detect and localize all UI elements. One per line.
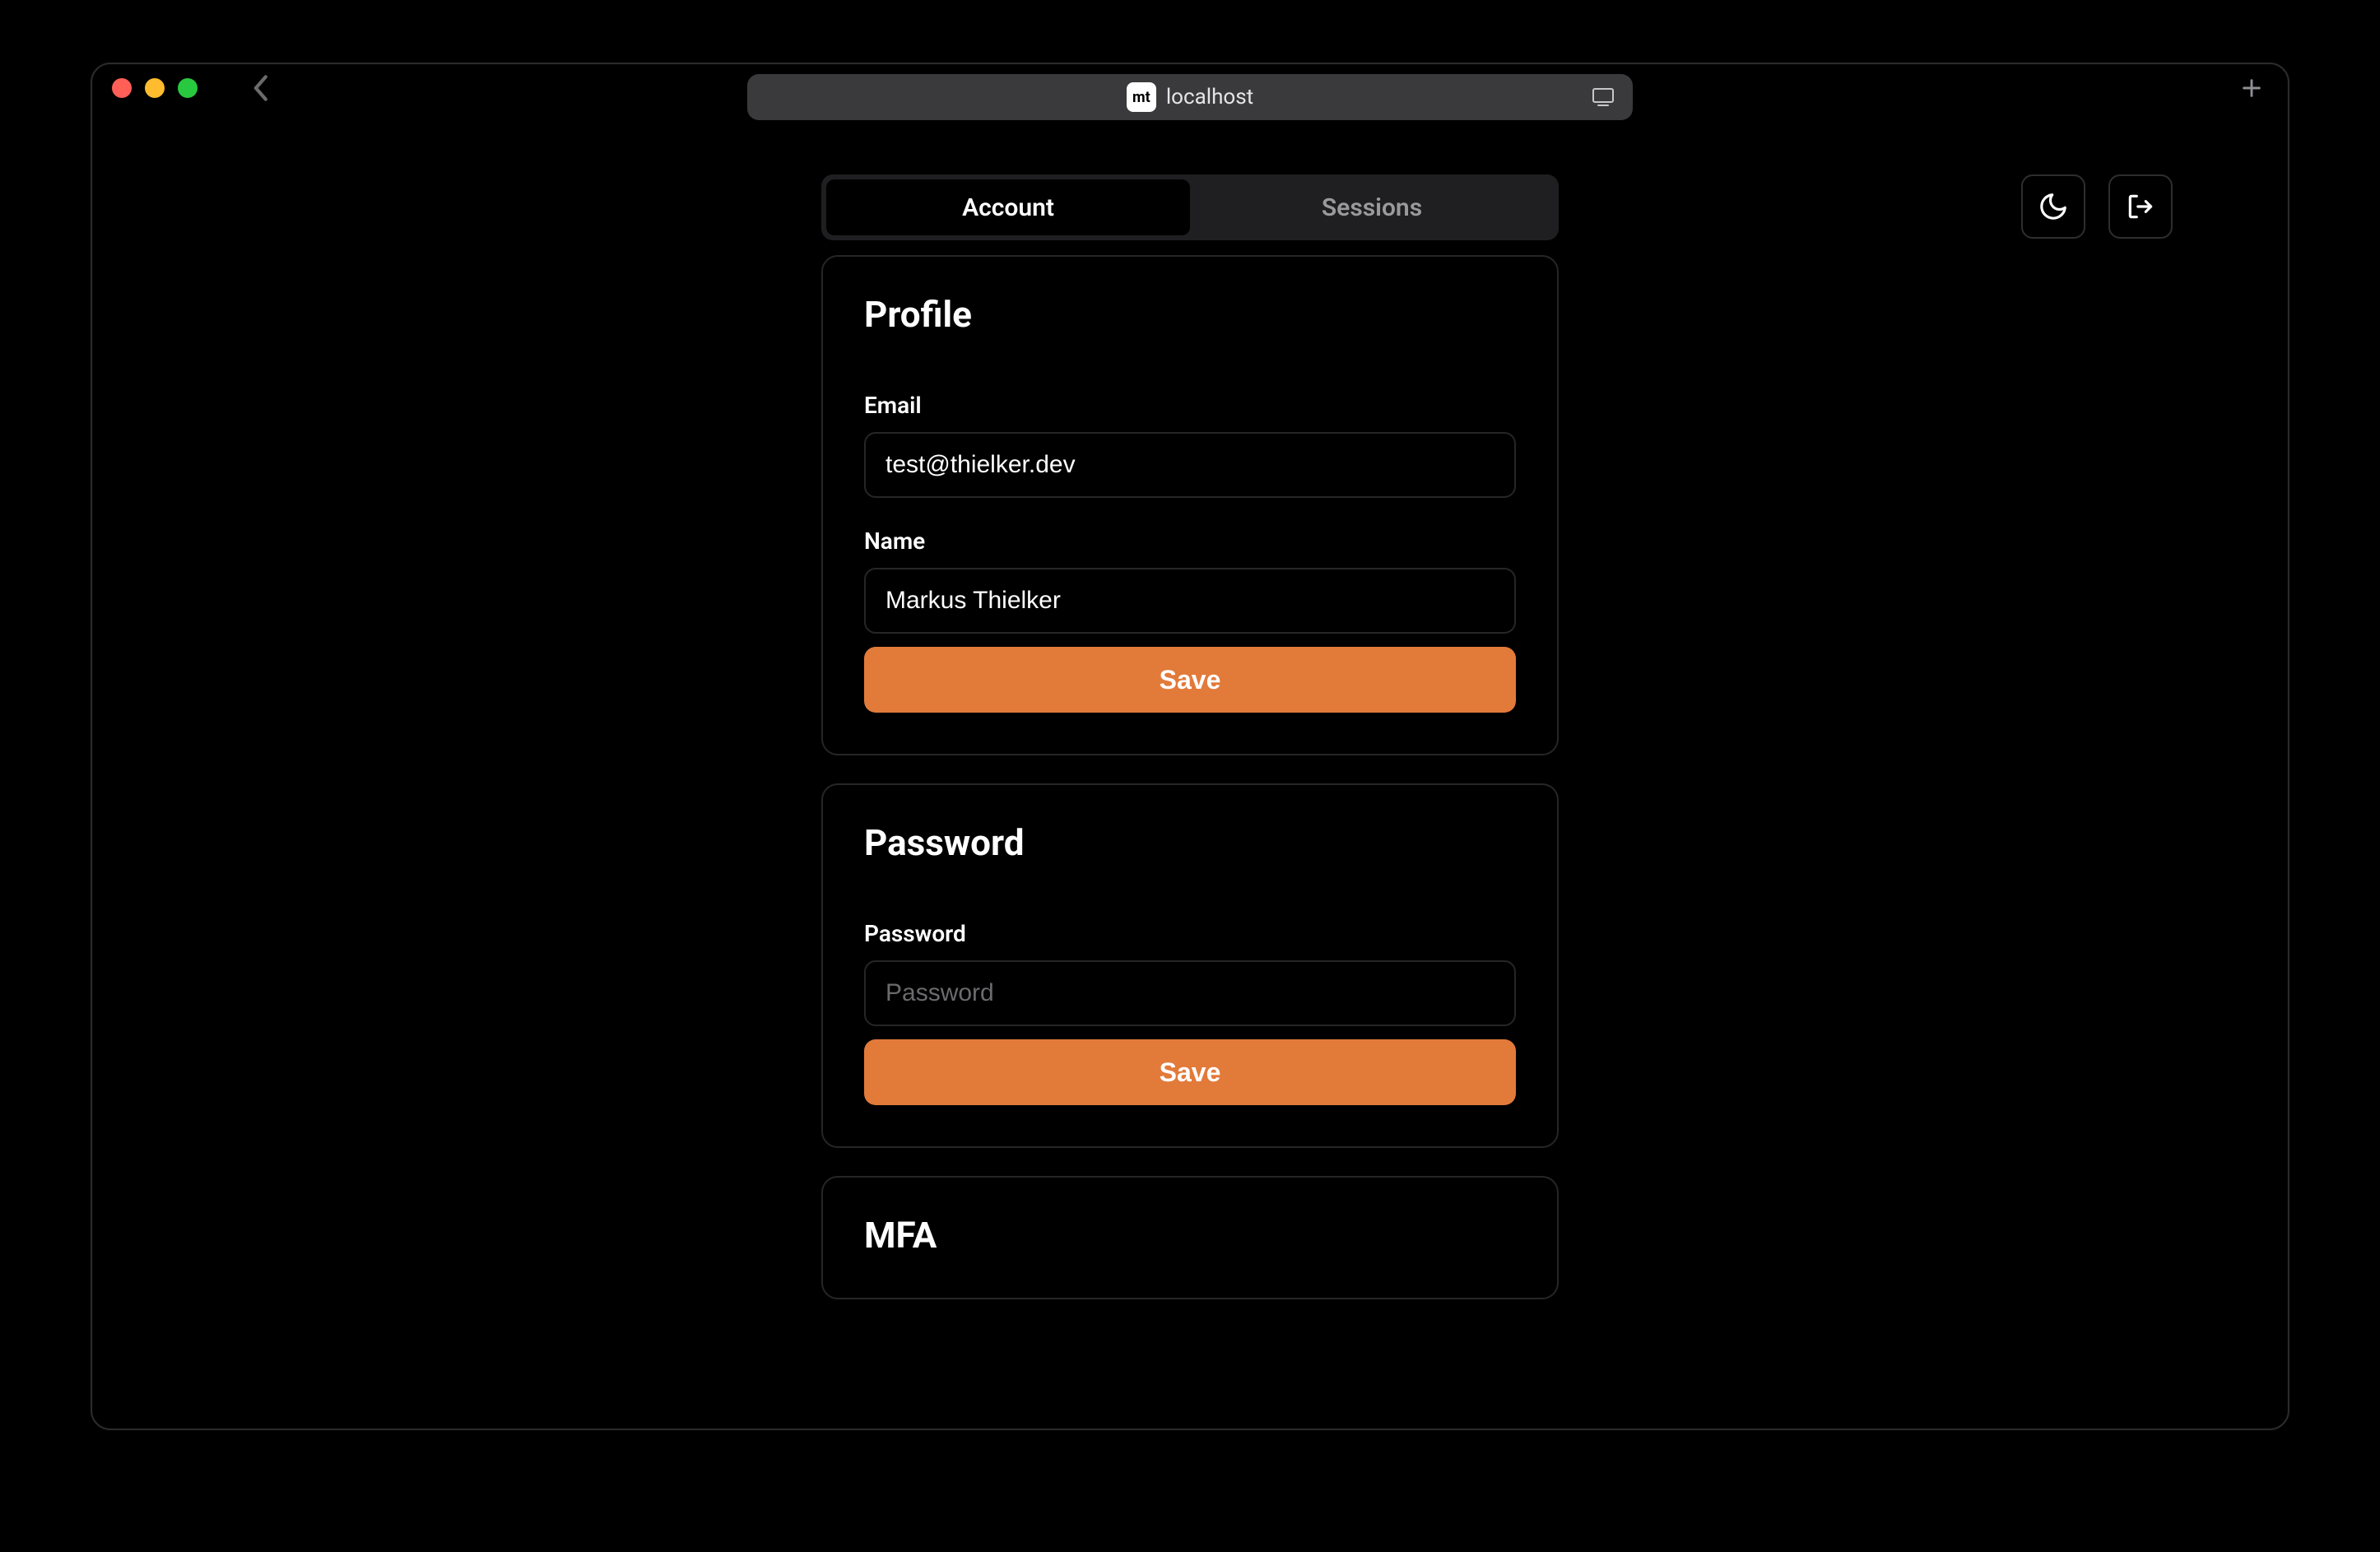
- password-heading: Password: [864, 821, 1516, 864]
- chevron-left-icon: [251, 74, 269, 102]
- logout-icon: [2125, 191, 2156, 222]
- email-label: Email: [864, 392, 1516, 419]
- window-zoom-button[interactable]: [178, 78, 198, 98]
- mfa-card: MFA: [821, 1176, 1559, 1299]
- logout-button[interactable]: [2108, 174, 2173, 239]
- password-card: Password Password Save: [821, 783, 1559, 1148]
- page-content: Account Sessions Profile Email Name: [92, 112, 2288, 1429]
- tab-sessions-label: Sessions: [1322, 193, 1422, 222]
- address-text: localhost: [1166, 85, 1253, 109]
- browser-window: mt localhost: [91, 63, 2289, 1430]
- password-input[interactable]: [864, 960, 1516, 1026]
- traffic-lights: [112, 78, 198, 98]
- email-field-group: Email: [864, 392, 1516, 498]
- nav-back-button[interactable]: [245, 73, 275, 103]
- new-tab-button[interactable]: [2235, 72, 2268, 105]
- password-save-button[interactable]: Save: [864, 1039, 1516, 1105]
- moon-icon: [2038, 191, 2069, 222]
- email-input[interactable]: [864, 432, 1516, 498]
- name-label: Name: [864, 527, 1516, 555]
- password-label: Password: [864, 920, 1516, 947]
- tab-sessions[interactable]: Sessions: [1190, 179, 1554, 235]
- theme-toggle-button[interactable]: [2021, 174, 2085, 239]
- profile-card: Profile Email Name Save: [821, 255, 1559, 755]
- top-actions: [2021, 174, 2173, 239]
- titlebar: mt localhost: [92, 64, 2288, 112]
- plus-icon: [2240, 77, 2263, 100]
- tab-account-label: Account: [962, 193, 1054, 222]
- reader-mode-icon[interactable]: [1588, 82, 1618, 112]
- name-input[interactable]: [864, 568, 1516, 634]
- mfa-heading: MFA: [864, 1214, 1516, 1257]
- settings-tabs: Account Sessions: [821, 174, 1559, 240]
- profile-save-button[interactable]: Save: [864, 647, 1516, 713]
- profile-heading: Profile: [864, 293, 1516, 336]
- tab-account[interactable]: Account: [826, 179, 1190, 235]
- site-favicon: mt: [1127, 82, 1156, 112]
- password-field-group: Password: [864, 920, 1516, 1026]
- window-close-button[interactable]: [112, 78, 132, 98]
- window-minimize-button[interactable]: [145, 78, 165, 98]
- name-field-group: Name: [864, 527, 1516, 634]
